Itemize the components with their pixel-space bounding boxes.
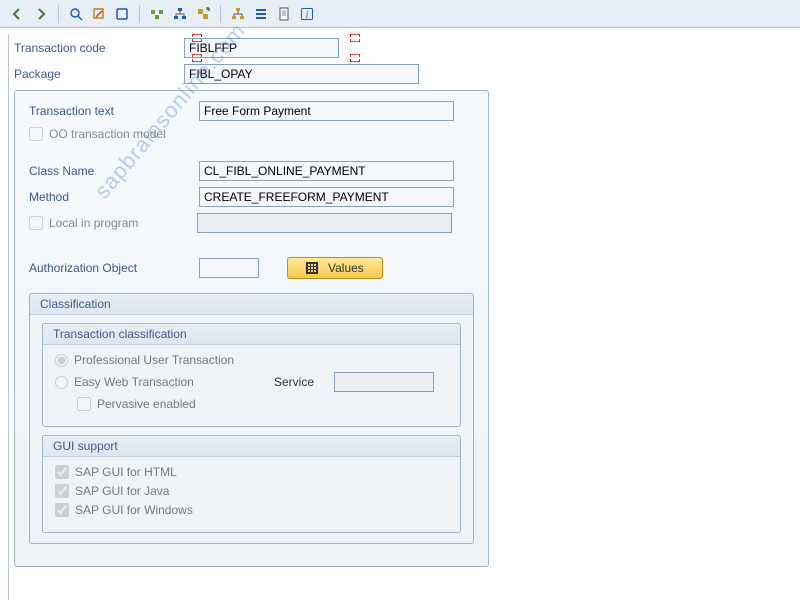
auth-object-label: Authorization Object	[29, 261, 199, 275]
package-field[interactable]	[184, 64, 419, 84]
values-button[interactable]: Values	[287, 257, 383, 279]
gui-html-label: SAP GUI for HTML	[75, 465, 177, 479]
back-icon[interactable]	[8, 4, 28, 24]
gui-support-group: GUI support SAP GUI for HTML SAP GUI for…	[42, 435, 461, 533]
tcode-field[interactable]	[184, 38, 339, 58]
gui-windows-checkbox	[55, 503, 69, 517]
gui-support-title: GUI support	[43, 436, 460, 457]
oo-model-checkbox	[29, 127, 43, 141]
other-object-icon[interactable]	[193, 4, 213, 24]
local-program-checkbox	[29, 216, 43, 230]
gui-java-label: SAP GUI for Java	[75, 484, 169, 498]
grid-icon	[306, 262, 318, 274]
activate-icon[interactable]	[112, 4, 132, 24]
method-label: Method	[29, 190, 199, 204]
method-field[interactable]	[199, 187, 454, 207]
transaction-classification-title: Transaction classification	[43, 324, 460, 345]
service-label: Service	[274, 375, 334, 389]
class-name-field[interactable]	[199, 161, 454, 181]
list-icon[interactable]	[251, 4, 271, 24]
professional-radio-label: Professional User Transaction	[74, 353, 234, 367]
where-used-icon[interactable]	[147, 4, 167, 24]
info-icon[interactable]: i	[297, 4, 317, 24]
auth-object-field[interactable]	[199, 258, 259, 278]
class-name-label: Class Name	[29, 164, 199, 178]
classification-title: Classification	[30, 294, 473, 315]
toolbar-separator	[139, 5, 140, 23]
pervasive-checkbox	[77, 397, 91, 411]
tree-icon[interactable]	[228, 4, 248, 24]
main-panel: Transaction text OO transaction model Cl…	[14, 90, 489, 567]
professional-radio	[55, 354, 68, 367]
hierarchy-icon[interactable]	[170, 4, 190, 24]
gui-html-checkbox	[55, 465, 69, 479]
toolbar-separator	[58, 5, 59, 23]
app-toolbar: i	[0, 0, 800, 28]
transaction-classification-group: Transaction classification Professional …	[42, 323, 461, 427]
gui-windows-label: SAP GUI for Windows	[75, 503, 193, 517]
classification-group: Classification Transaction classificatio…	[29, 293, 474, 544]
pervasive-label: Pervasive enabled	[97, 397, 196, 411]
local-program-field	[197, 213, 452, 233]
forward-icon[interactable]	[31, 4, 51, 24]
easyweb-radio	[55, 376, 68, 389]
gui-java-checkbox	[55, 484, 69, 498]
document-icon[interactable]	[274, 4, 294, 24]
oo-model-label: OO transaction model	[49, 127, 166, 141]
service-field	[334, 372, 434, 392]
toolbar-separator	[220, 5, 221, 23]
local-program-label: Local in program	[49, 216, 197, 230]
edit-icon[interactable]	[89, 4, 109, 24]
tcode-label: Transaction code	[14, 41, 184, 55]
package-label: Package	[14, 67, 184, 81]
easyweb-radio-label: Easy Web Transaction	[74, 375, 274, 389]
transaction-text-field[interactable]	[199, 101, 454, 121]
transaction-text-label: Transaction text	[29, 104, 199, 118]
svg-text:i: i	[306, 10, 309, 21]
display-icon[interactable]	[66, 4, 86, 24]
values-button-label: Values	[328, 261, 364, 275]
